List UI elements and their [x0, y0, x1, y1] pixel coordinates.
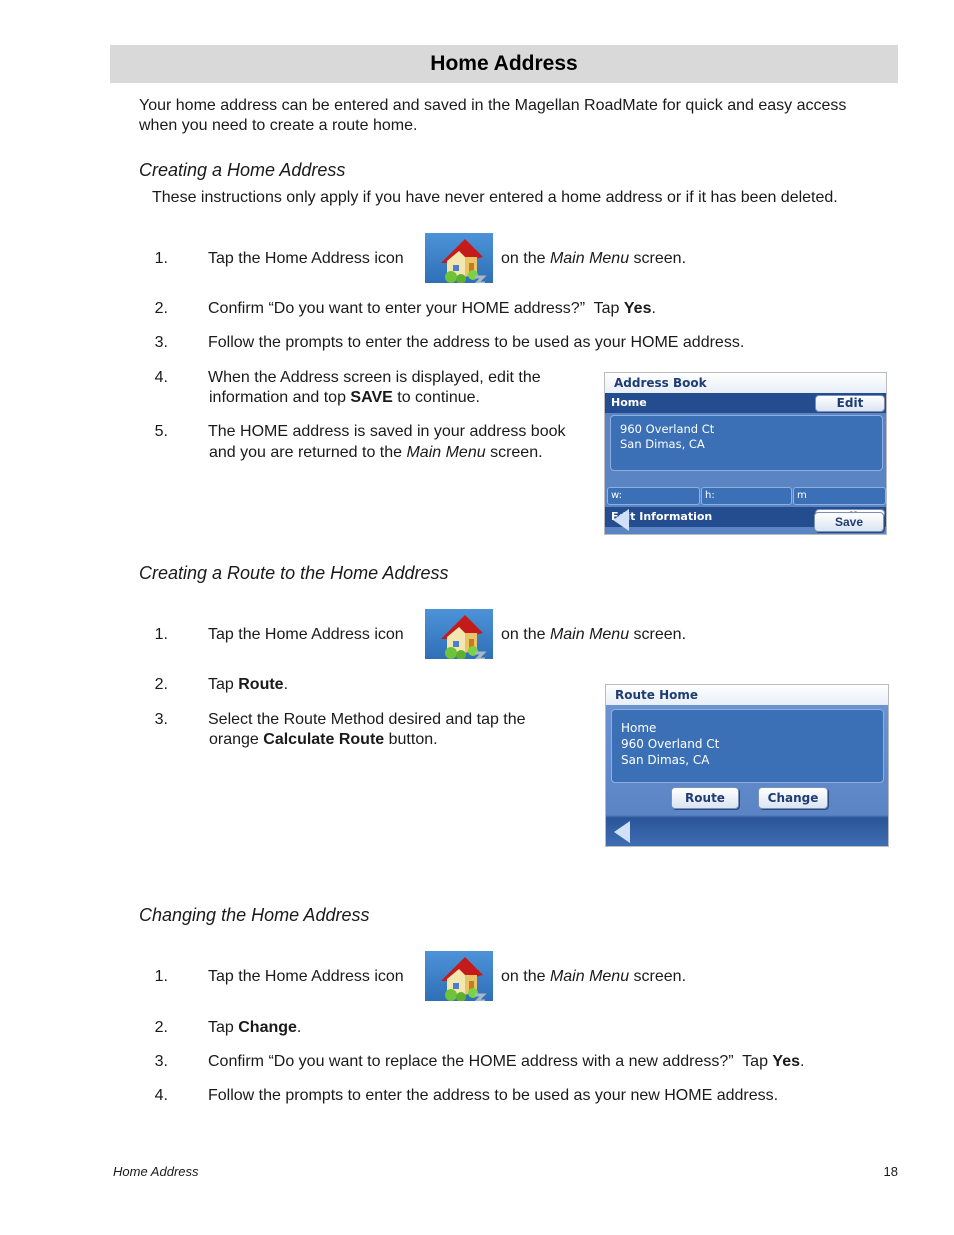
address-book-screen: Address Book Home Edit 960 Overland Ct S…: [604, 372, 887, 535]
section-heading: Creating a Route to the Home Address: [139, 563, 449, 583]
page-title-bar: Home Address: [110, 45, 898, 83]
save-button[interactable]: Save: [814, 512, 884, 532]
page-number: 18: [883, 1164, 898, 1179]
back-arrow-icon[interactable]: [614, 821, 630, 843]
route-button[interactable]: Route: [671, 787, 739, 809]
intro-line-1: Your home address can be entered and sav…: [139, 97, 847, 114]
home-address-icon: [425, 951, 493, 1001]
section-note: These instructions only apply if you hav…: [152, 189, 838, 206]
back-arrow-icon[interactable]: [613, 509, 629, 531]
intro-line-2: when you need to create a route home.: [139, 117, 418, 134]
screen-title: Address Book: [605, 373, 886, 393]
home-address-icon: [425, 233, 493, 283]
route-address-box: Home 960 Overland Ct San Dimas, CA: [611, 709, 884, 783]
change-button[interactable]: Change: [758, 787, 828, 809]
work-phone-field[interactable]: w:: [607, 487, 700, 505]
home-address-icon: [425, 609, 493, 659]
home-phone-field[interactable]: h:: [701, 487, 792, 505]
route-home-screen: Route Home Home 960 Overland Ct San Dima…: [605, 684, 889, 847]
footer-section-name: Home Address: [113, 1164, 199, 1179]
edit-home-button[interactable]: Edit: [815, 395, 885, 412]
page-title: Home Address: [430, 52, 578, 75]
section-heading: Changing the Home Address: [139, 905, 370, 925]
address-box: 960 Overland Ct San Dimas, CA: [610, 415, 883, 471]
screen-title: Route Home: [606, 685, 888, 705]
mobile-phone-field[interactable]: m: [793, 487, 886, 505]
section-heading: Creating a Home Address: [139, 160, 346, 180]
